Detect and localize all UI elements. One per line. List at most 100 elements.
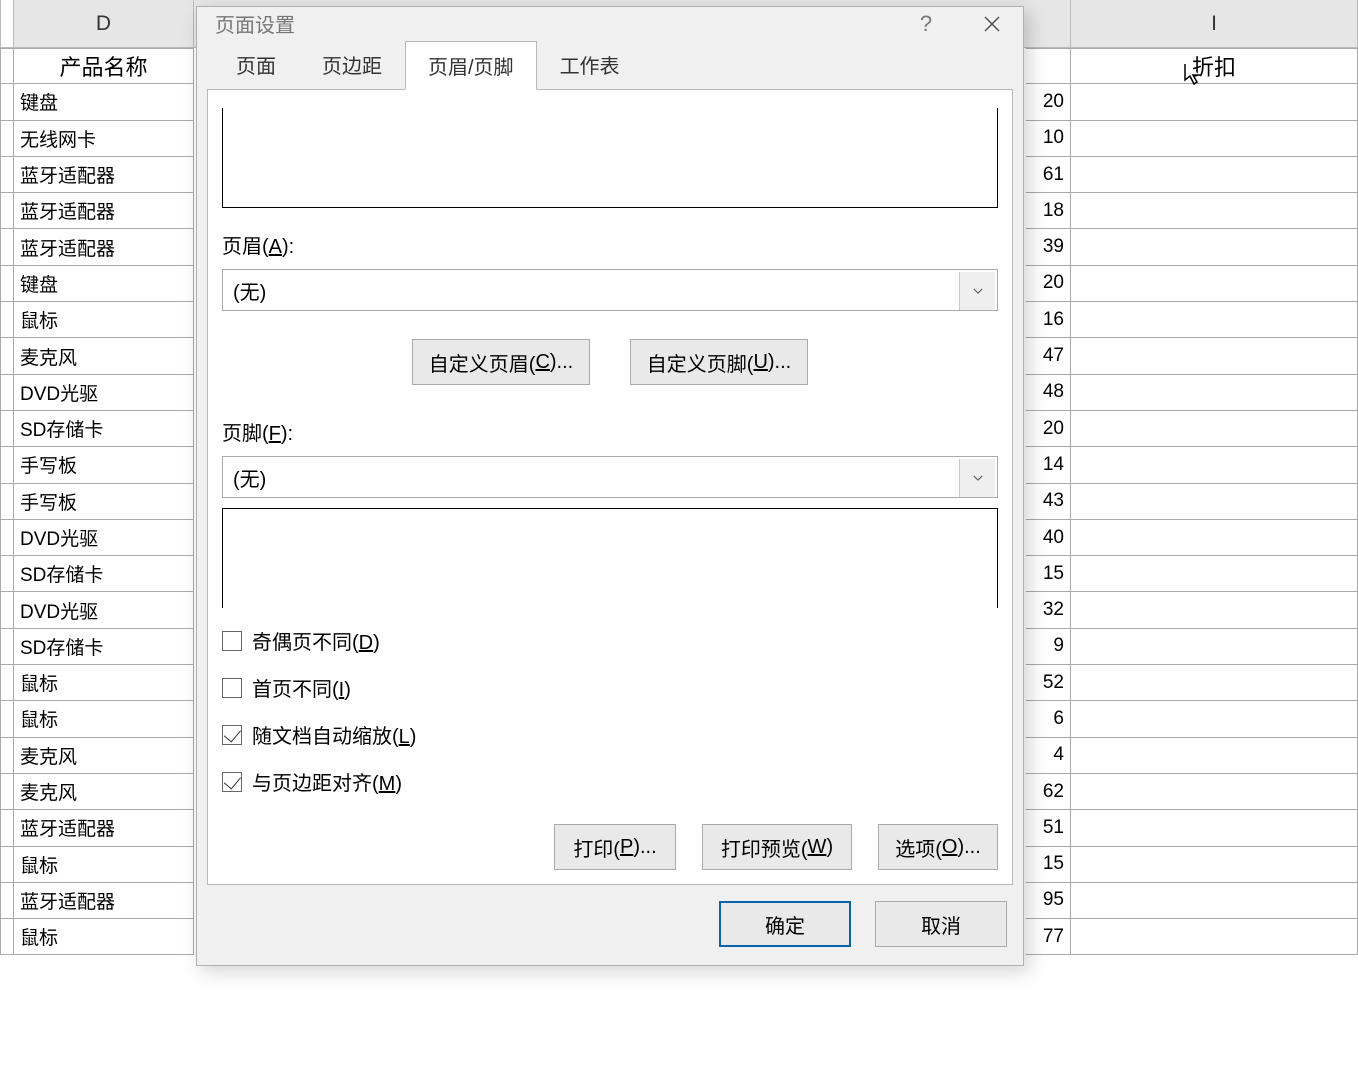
cell-discount[interactable] (1071, 738, 1358, 774)
cell-discount[interactable] (1071, 121, 1358, 157)
cell-discount[interactable] (1071, 411, 1358, 447)
cell-value[interactable]: 9 (1026, 629, 1071, 665)
dialog-titlebar[interactable]: 页面设置 ? (197, 7, 1023, 40)
cell-product-name[interactable]: DVD光驱 (14, 520, 194, 556)
cell-value[interactable]: 15 (1026, 847, 1071, 883)
cell-product-name[interactable]: SD存储卡 (14, 411, 194, 447)
header-product-name[interactable]: 产品名称 (14, 48, 194, 84)
cell-product-name[interactable]: 手写板 (14, 484, 194, 520)
cell-product-name[interactable]: 鼠标 (14, 847, 194, 883)
cell-product-name[interactable]: 麦克风 (14, 774, 194, 810)
check-align[interactable]: 与页边距对齐(M) (222, 767, 998, 796)
cell-value[interactable]: 32 (1026, 592, 1071, 628)
cell-discount[interactable] (1071, 266, 1358, 302)
cell-value[interactable]: 51 (1026, 810, 1071, 846)
cell-product-name[interactable]: 蓝牙适配器 (14, 229, 194, 265)
cell-discount[interactable] (1071, 447, 1358, 483)
tab-margins[interactable]: 页边距 (299, 40, 405, 89)
ok-button[interactable]: 确定 (719, 901, 851, 947)
cell-discount[interactable] (1071, 84, 1358, 120)
header-discount[interactable]: 折扣 (1071, 48, 1358, 84)
cell-value[interactable]: 52 (1026, 665, 1071, 701)
cell-product-name[interactable]: 键盘 (14, 84, 194, 120)
cell-product-name[interactable]: 蓝牙适配器 (14, 883, 194, 919)
cell-product-name[interactable]: 无线网卡 (14, 121, 194, 157)
print-preview-button[interactable]: 打印预览(W) (702, 824, 852, 870)
tab-sheet[interactable]: 工作表 (537, 40, 643, 89)
cell-product-name[interactable]: 鼠标 (14, 302, 194, 338)
cell-value[interactable]: 95 (1026, 883, 1071, 919)
close-icon[interactable] (979, 11, 1005, 37)
cell-product-name[interactable]: SD存储卡 (14, 629, 194, 665)
cell-value[interactable]: 48 (1026, 375, 1071, 411)
cell-value[interactable]: 40 (1026, 520, 1071, 556)
cell-value[interactable]: 10 (1026, 121, 1071, 157)
cell-discount[interactable] (1071, 229, 1358, 265)
checkbox-first-page[interactable] (222, 678, 242, 698)
cell-value[interactable]: 62 (1026, 774, 1071, 810)
cell-discount[interactable] (1071, 701, 1358, 737)
check-scale[interactable]: 随文档自动缩放(L) (222, 720, 998, 749)
cell-discount[interactable] (1071, 375, 1358, 411)
cell-product-name[interactable]: DVD光驱 (14, 375, 194, 411)
cell-discount[interactable] (1071, 774, 1358, 810)
check-first-page[interactable]: 首页不同(I) (222, 673, 998, 702)
cell-discount[interactable] (1071, 592, 1358, 628)
cell-discount[interactable] (1071, 302, 1358, 338)
cell-value[interactable]: 61 (1026, 157, 1071, 193)
col-header-h-end[interactable] (1026, 0, 1071, 47)
cell-discount[interactable] (1071, 338, 1358, 374)
checkbox-scale[interactable] (222, 725, 242, 745)
cell-discount[interactable] (1071, 157, 1358, 193)
cell-product-name[interactable]: 麦克风 (14, 338, 194, 374)
options-button[interactable]: 选项(O)... (878, 824, 998, 870)
cell-value[interactable]: 14 (1026, 447, 1071, 483)
cell-discount[interactable] (1071, 193, 1358, 229)
cancel-button[interactable]: 取消 (875, 901, 1007, 947)
cell-product-name[interactable]: 鼠标 (14, 919, 194, 955)
col-header-d[interactable]: D (14, 0, 194, 47)
cell-discount[interactable] (1071, 520, 1358, 556)
cell-discount[interactable] (1071, 629, 1358, 665)
cell-value[interactable]: 15 (1026, 556, 1071, 592)
cell-value[interactable]: 39 (1026, 229, 1071, 265)
cell-product-name[interactable]: 鼠标 (14, 665, 194, 701)
cell-value[interactable]: 4 (1026, 738, 1071, 774)
cell-discount[interactable] (1071, 665, 1358, 701)
cell-product-name[interactable]: 蓝牙适配器 (14, 193, 194, 229)
cell-discount[interactable] (1071, 810, 1358, 846)
cell-discount[interactable] (1071, 883, 1358, 919)
custom-header-button[interactable]: 自定义页眉(C)... (412, 339, 590, 385)
cell-value[interactable]: 18 (1026, 193, 1071, 229)
cell-value[interactable]: 20 (1026, 84, 1071, 120)
cell-value[interactable]: 20 (1026, 411, 1071, 447)
cell-discount[interactable] (1071, 847, 1358, 883)
cell-product-name[interactable]: SD存储卡 (14, 556, 194, 592)
cell-discount[interactable] (1071, 556, 1358, 592)
col-header-i[interactable]: I (1071, 0, 1358, 47)
help-icon[interactable]: ? (913, 11, 939, 37)
print-button[interactable]: 打印(P)... (554, 824, 676, 870)
cell-product-name[interactable]: 麦克风 (14, 738, 194, 774)
header-combo[interactable]: (无) (222, 269, 998, 311)
cell-value[interactable]: 43 (1026, 484, 1071, 520)
tab-page[interactable]: 页面 (213, 40, 299, 89)
cell-value[interactable]: 77 (1026, 919, 1071, 955)
checkbox-odd-even[interactable] (222, 631, 242, 651)
cell-value[interactable]: 20 (1026, 266, 1071, 302)
check-odd-even[interactable]: 奇偶页不同(D) (222, 626, 998, 655)
tab-header-footer[interactable]: 页眉/页脚 (405, 41, 537, 90)
cell-discount[interactable] (1071, 919, 1358, 955)
cell-discount[interactable] (1071, 484, 1358, 520)
footer-combo[interactable]: (无) (222, 456, 998, 498)
cell-value[interactable]: 16 (1026, 302, 1071, 338)
cell-value[interactable]: 47 (1026, 338, 1071, 374)
chevron-down-icon[interactable] (959, 459, 995, 497)
cell-product-name[interactable]: 鼠标 (14, 701, 194, 737)
chevron-down-icon[interactable] (959, 272, 995, 310)
custom-footer-button[interactable]: 自定义页脚(U)... (630, 339, 808, 385)
cell-product-name[interactable]: DVD光驱 (14, 592, 194, 628)
cell-product-name[interactable]: 蓝牙适配器 (14, 810, 194, 846)
cell-product-name[interactable]: 键盘 (14, 266, 194, 302)
checkbox-align[interactable] (222, 772, 242, 792)
